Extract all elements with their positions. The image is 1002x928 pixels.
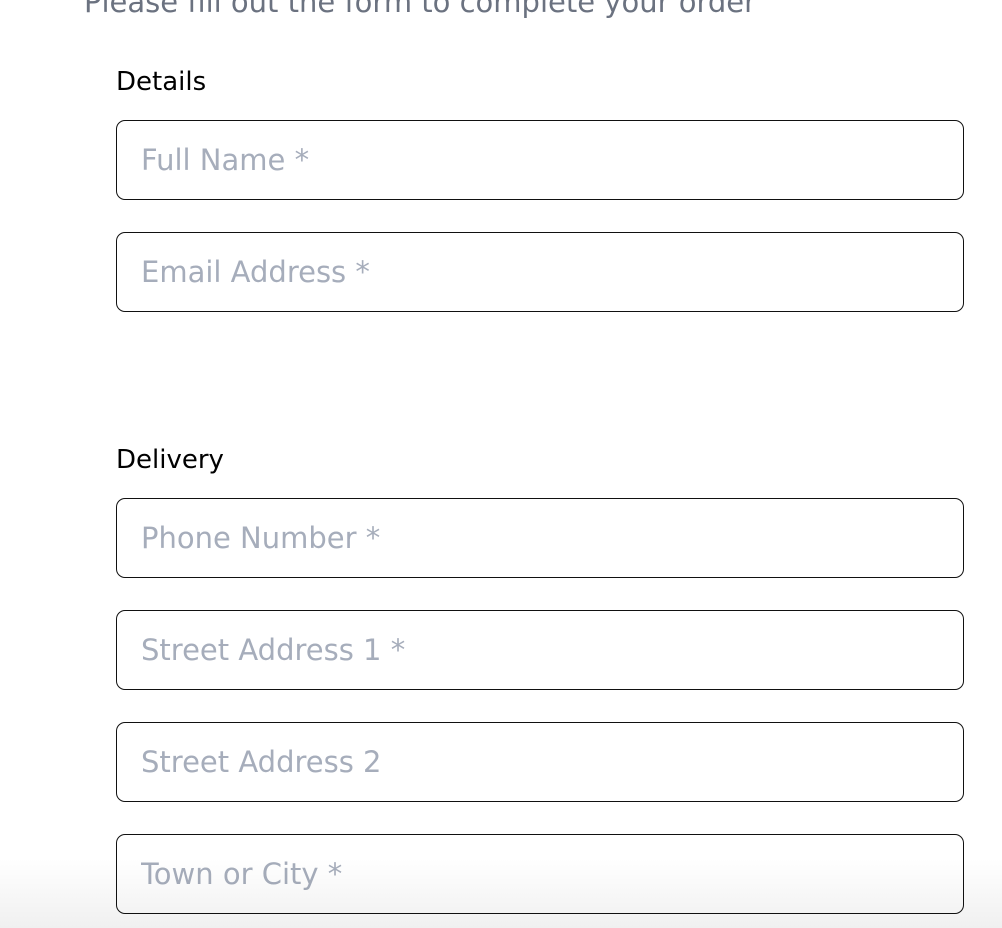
full-name-input[interactable]: [116, 120, 964, 200]
checkout-form-page: Please fill out the form to complete you…: [0, 0, 1002, 928]
street-address-2-input[interactable]: [116, 722, 964, 802]
phone-number-input[interactable]: [116, 498, 964, 578]
form-intro-text: Please fill out the form to complete you…: [84, 0, 757, 19]
email-address-input[interactable]: [116, 232, 964, 312]
street-address-1-input[interactable]: [116, 610, 964, 690]
town-or-city-input[interactable]: [116, 834, 964, 914]
details-section-label: Details: [116, 67, 207, 97]
delivery-section-label: Delivery: [116, 445, 224, 475]
